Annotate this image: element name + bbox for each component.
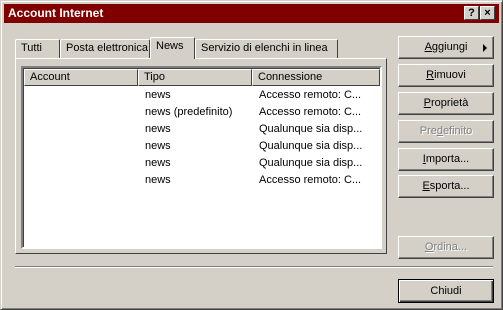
tab-servizio-elenchi[interactable]: Servizio di elenchi in linea [195,39,338,58]
connessione-cell: Accesso remoto: C... [259,106,362,118]
tab-tutti[interactable]: Tutti [15,39,60,58]
esporta-label-post: sporta... [429,180,470,192]
importa-button[interactable]: Importa... [398,148,494,171]
aggiungi-label-accel: A [424,41,432,53]
close-window-button[interactable]: × [480,6,495,20]
aggiungi-label-post: ggiungi [431,41,468,53]
predefinito-label-pre: Pre [419,125,437,137]
list-item[interactable]: news.caspur.itnews (predefinito)Accesso … [25,104,375,121]
predefinito-button[interactable]: Predefinito [398,120,494,143]
list-item[interactable]: news.tin.itnewsQualunque sia disp... [25,138,375,155]
help-button[interactable]: ? [464,6,479,20]
column-header-tipo[interactable]: Tipo [138,69,252,86]
tipo-cell: news [145,174,171,186]
tipo-cell: news [145,89,171,101]
esporta-label-accel: E [422,180,430,192]
proprieta-label-post: roprietà [431,97,469,109]
chiudi-button[interactable]: Chiudi [398,279,494,303]
predefinito-label-post: efinito [442,125,473,137]
window-title: Account Internet [8,6,104,20]
connessione-cell: Accesso remoto: C... [259,89,362,101]
connessione-cell: Accesso remoto: C... [259,174,362,186]
proprieta-button[interactable]: Proprietà [398,92,494,115]
proprieta-label-accel: P [423,97,432,109]
connessione-cell: Qualunque sia disp... [259,157,363,169]
title-bar[interactable]: Account Internet ? × [4,4,499,23]
list-item[interactable]: wserver.unitus.itnewsAccesso remoto: C..… [25,172,375,189]
tab-posta-elettronica[interactable]: Posta elettronica [60,39,150,58]
column-header-connessione[interactable]: Connessione [252,69,380,86]
account-list[interactable]: Account Tipo Connessione forum.mclink.it… [21,66,382,249]
tipo-cell: news [145,157,171,169]
tipo-cell: news [145,123,171,135]
rimuovi-label-accel: R [426,69,435,81]
tab-news[interactable]: News [150,37,195,59]
separator [15,266,493,268]
esporta-button[interactable]: Esporta... [398,175,494,198]
connessione-cell: Qualunque sia disp... [259,140,363,152]
aggiungi-button[interactable]: Aggiungi [398,36,494,59]
rimuovi-button[interactable]: Rimuovi [398,64,494,87]
list-item[interactable]: forum.mclink.itnewsAccesso remoto: C... [25,87,375,104]
ordina-label-post: rdina... [433,241,468,253]
connessione-cell: Qualunque sia disp... [259,123,363,135]
ordina-button[interactable]: Ordina... [398,236,494,259]
list-item[interactable]: news.tiscalinet.itnewsQualunque sia disp… [25,155,375,172]
column-header-account[interactable]: Account [24,69,138,86]
tipo-cell: news (predefinito) [145,106,233,118]
submenu-arrow-icon [483,44,487,52]
list-item[interactable]: news.iol.itnewsQualunque sia disp... [25,121,375,138]
rimuovi-label-post: imuovi [434,69,466,81]
importa-label-post: mporta... [425,153,470,165]
account-internet-dialog: Account Internet ? × Tutti Posta elettro… [0,0,503,310]
tipo-cell: news [145,140,171,152]
